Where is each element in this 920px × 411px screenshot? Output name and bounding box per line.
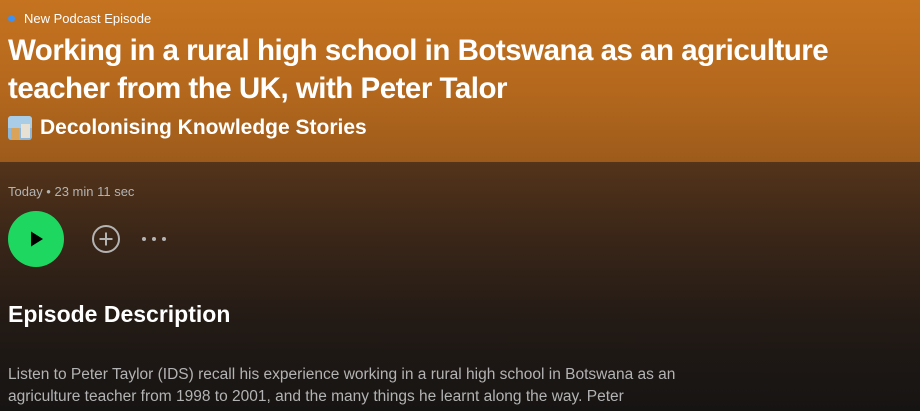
play-button[interactable] — [8, 211, 64, 267]
episode-description-heading: Episode Description — [8, 301, 231, 327]
new-episode-badge: New Podcast Episode — [8, 9, 151, 27]
show-cover-art — [8, 116, 32, 140]
episode-title: Working in a rural high school in Botswa… — [8, 34, 829, 105]
show-link[interactable]: Decolonising Knowledge Stories — [8, 116, 367, 140]
episode-meta: Today • 23 min 11 sec — [8, 184, 135, 199]
add-to-library-button[interactable] — [90, 223, 122, 255]
action-bar — [8, 211, 170, 267]
more-icon — [142, 237, 166, 241]
episode-header: New Podcast Episode Working in a rural h… — [0, 0, 920, 162]
show-name[interactable]: Decolonising Knowledge Stories — [40, 116, 367, 140]
new-indicator-dot — [8, 14, 15, 22]
episode-description-text: Listen to Peter Taylor (IDS) recall his … — [8, 366, 676, 405]
more-options-button[interactable] — [138, 223, 170, 255]
plus-circle-icon — [92, 225, 120, 253]
episode-page: New Podcast Episode Working in a rural h… — [0, 0, 920, 411]
play-icon — [31, 231, 43, 247]
badge-label: New Podcast Episode — [24, 10, 152, 26]
